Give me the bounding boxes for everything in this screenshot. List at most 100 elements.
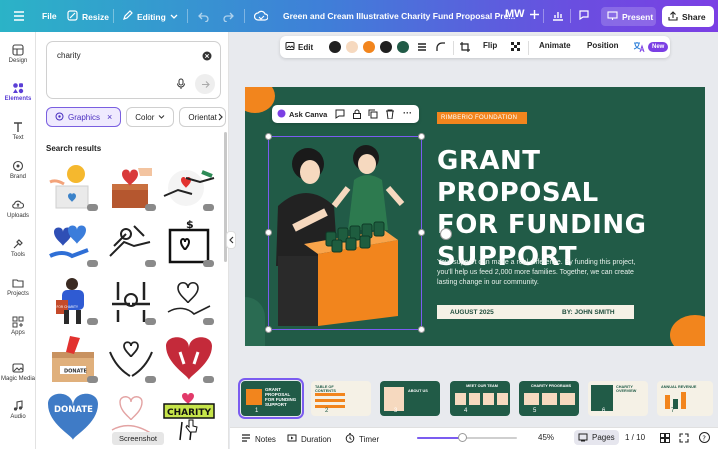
slide-headline[interactable]: GRANT PROPOSAL FOR FUNDING SUPPORT xyxy=(437,145,697,273)
resize-handle-left[interactable] xyxy=(265,229,272,236)
page-thumb-4[interactable]: MEET OUR TEAM 4 xyxy=(450,381,510,416)
resize-handle-bl[interactable] xyxy=(265,326,272,333)
search-input[interactable]: charity xyxy=(57,51,81,60)
trash-icon[interactable] xyxy=(385,109,395,121)
file-menu[interactable]: File xyxy=(42,11,57,21)
clear-search-icon[interactable] xyxy=(202,51,212,63)
zoom-slider[interactable] xyxy=(417,437,517,439)
rotate-handle-icon[interactable] xyxy=(440,228,452,240)
graphic-donate-heart[interactable]: DONATE xyxy=(46,390,100,442)
transparency-icon[interactable] xyxy=(511,42,521,54)
resize-handle-tr[interactable] xyxy=(418,133,425,140)
close-icon[interactable]: × xyxy=(107,112,112,122)
selection-frame xyxy=(268,136,422,330)
chevron-down-icon xyxy=(170,12,178,22)
color-swatch-3[interactable] xyxy=(363,41,375,53)
position-button[interactable]: Position xyxy=(587,41,619,50)
graphic-unity-hands-lineart[interactable] xyxy=(104,274,158,326)
graphic-heart-charity-box[interactable] xyxy=(104,160,158,212)
rail-item-audio[interactable]: Audio xyxy=(0,400,36,420)
more-options-icon[interactable]: ··· xyxy=(403,108,412,118)
crop-icon[interactable] xyxy=(460,42,470,54)
duration-button[interactable]: Duration xyxy=(287,433,331,445)
page-thumb-2[interactable]: TABLE OF CONTENTS 2 xyxy=(311,381,371,416)
rail-item-tools[interactable]: Tools xyxy=(0,238,36,258)
ask-canva-button[interactable]: Ask Canva xyxy=(277,109,327,120)
microphone-icon[interactable] xyxy=(176,78,186,92)
animate-button[interactable]: Animate xyxy=(539,41,571,50)
resize-handle-tl[interactable] xyxy=(265,133,272,140)
fullscreen-icon[interactable] xyxy=(679,433,689,445)
graphic-hands-heart-lineart[interactable] xyxy=(104,332,158,384)
cloud-save-icon[interactable] xyxy=(253,10,269,24)
corner-rounding-icon[interactable] xyxy=(436,42,446,54)
rail-item-magic-media[interactable]: Magic Media xyxy=(0,362,36,382)
editing-mode-dropdown[interactable]: Editing xyxy=(122,10,178,23)
comment-add-icon[interactable] xyxy=(335,109,345,121)
share-button[interactable]: Share xyxy=(662,6,714,27)
resize-handle-br[interactable] xyxy=(418,326,425,333)
plus-icon[interactable] xyxy=(529,9,540,22)
color-swatch-4[interactable] xyxy=(380,41,392,53)
graphic-person-for-charity[interactable]: FOR CHARITY xyxy=(46,274,100,326)
page-thumb-1[interactable]: GRANT PROPOSAL FOR FUNDING SUPPORT 1 xyxy=(238,378,304,419)
color-swatch-1[interactable] xyxy=(329,41,341,53)
date-author-bar[interactable]: AUGUST 2025 BY: JOHN SMITH xyxy=(437,305,634,319)
filter-chip-graphics[interactable]: Graphics × xyxy=(46,107,122,127)
grid-view-icon[interactable] xyxy=(660,433,670,445)
rail-item-apps[interactable]: Apps xyxy=(0,316,36,336)
submit-search-icon[interactable] xyxy=(195,74,215,94)
graphic-giving-hands-heart[interactable] xyxy=(162,160,216,212)
help-icon[interactable]: ? xyxy=(699,432,710,445)
insights-chart-icon[interactable] xyxy=(552,9,564,23)
comment-icon[interactable] xyxy=(578,9,590,23)
duplicate-icon[interactable] xyxy=(368,109,378,121)
divider xyxy=(570,9,571,23)
page-counter[interactable]: 1 / 10 xyxy=(625,433,645,442)
line-weight-icon[interactable] xyxy=(417,42,427,54)
notes-button[interactable]: Notes xyxy=(241,433,276,445)
page-thumb-6[interactable]: CHARITY OVERVIEW 6 xyxy=(588,381,648,416)
menu-icon[interactable] xyxy=(13,10,25,22)
redo-icon[interactable] xyxy=(222,10,234,24)
page-thumb-title: MEET OUR TEAM xyxy=(466,384,498,388)
chips-next-icon[interactable] xyxy=(217,113,224,123)
slide-body-text[interactable]: Your support can make a real difference.… xyxy=(437,258,637,288)
graphic-red-heart-hands[interactable] xyxy=(162,332,216,384)
magic-translate-icon[interactable] xyxy=(633,41,645,55)
lock-icon[interactable] xyxy=(352,109,362,121)
edit-image-button[interactable]: Edit xyxy=(285,41,313,53)
organization-label[interactable]: RIMBERIO FOUNDATION xyxy=(437,112,527,124)
rail-item-design[interactable]: Design xyxy=(0,44,36,64)
page-thumb-7[interactable]: ANNUAL REVENUE 7 xyxy=(657,381,713,416)
page-thumb-3[interactable]: ABOUT US 3 xyxy=(380,381,440,416)
zoom-level[interactable]: 45% xyxy=(538,433,554,442)
graphic-donate-box[interactable]: DONATE xyxy=(46,332,100,384)
present-button[interactable]: Present xyxy=(601,7,656,26)
flip-button[interactable]: Flip xyxy=(483,41,497,50)
rail-item-elements[interactable]: Elements xyxy=(0,82,36,102)
search-box[interactable]: charity xyxy=(46,41,221,99)
rail-item-uploads[interactable]: Uploads xyxy=(0,199,36,219)
rail-item-brand[interactable]: Brand xyxy=(0,160,36,180)
collapse-panel-tab[interactable] xyxy=(226,231,236,249)
graphic-donation-box-coin[interactable] xyxy=(46,160,100,212)
pages-view-button[interactable]: Pages xyxy=(574,430,619,445)
zoom-slider-knob[interactable] xyxy=(458,433,467,442)
document-title[interactable]: Green and Cream Illustrative Charity Fun… xyxy=(283,11,515,21)
graphic-heart-hand-lineart[interactable] xyxy=(162,274,216,326)
resize-handle-right[interactable] xyxy=(418,229,425,236)
rail-item-projects[interactable]: Projects xyxy=(0,277,36,297)
timer-button[interactable]: Timer xyxy=(345,433,379,445)
color-swatch-2[interactable] xyxy=(346,41,358,53)
graphic-coin-hand-lineart[interactable] xyxy=(104,216,158,268)
rail-item-text[interactable]: Text xyxy=(0,121,36,141)
user-avatar[interactable]: MW xyxy=(505,8,525,20)
page-thumb-5[interactable]: CHARITY PROGRAMS 5 xyxy=(519,381,579,416)
color-swatch-5[interactable] xyxy=(397,41,409,53)
graphic-hands-hearts-blue[interactable] xyxy=(46,216,100,268)
undo-icon[interactable] xyxy=(198,10,210,24)
resize-button[interactable]: Resize xyxy=(67,10,109,23)
graphic-money-heart-box[interactable]: $ xyxy=(162,216,216,268)
filter-chip-color[interactable]: Color xyxy=(126,107,175,127)
